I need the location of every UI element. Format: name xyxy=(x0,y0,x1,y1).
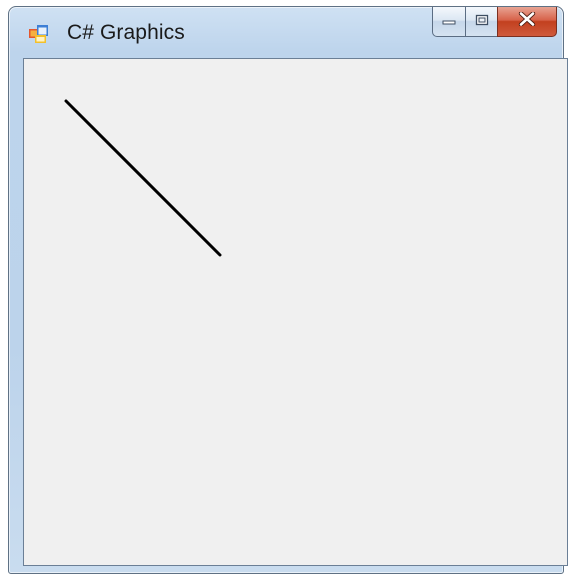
client-area[interactable] xyxy=(23,58,568,566)
maximize-button[interactable] xyxy=(465,7,497,37)
drawing-canvas xyxy=(64,99,222,257)
close-button[interactable] xyxy=(497,7,557,37)
minimize-icon xyxy=(442,13,456,31)
close-x-icon xyxy=(518,11,536,31)
window-title: C# Graphics xyxy=(67,21,185,44)
application-form-icon[interactable] xyxy=(29,24,49,44)
drawn-line xyxy=(64,99,222,257)
maximize-icon xyxy=(475,13,489,31)
title-bar[interactable]: C# Graphics xyxy=(9,7,563,57)
main-window: C# Graphics xyxy=(8,6,568,574)
minimize-button[interactable] xyxy=(432,7,465,37)
caption-buttons xyxy=(432,7,557,41)
